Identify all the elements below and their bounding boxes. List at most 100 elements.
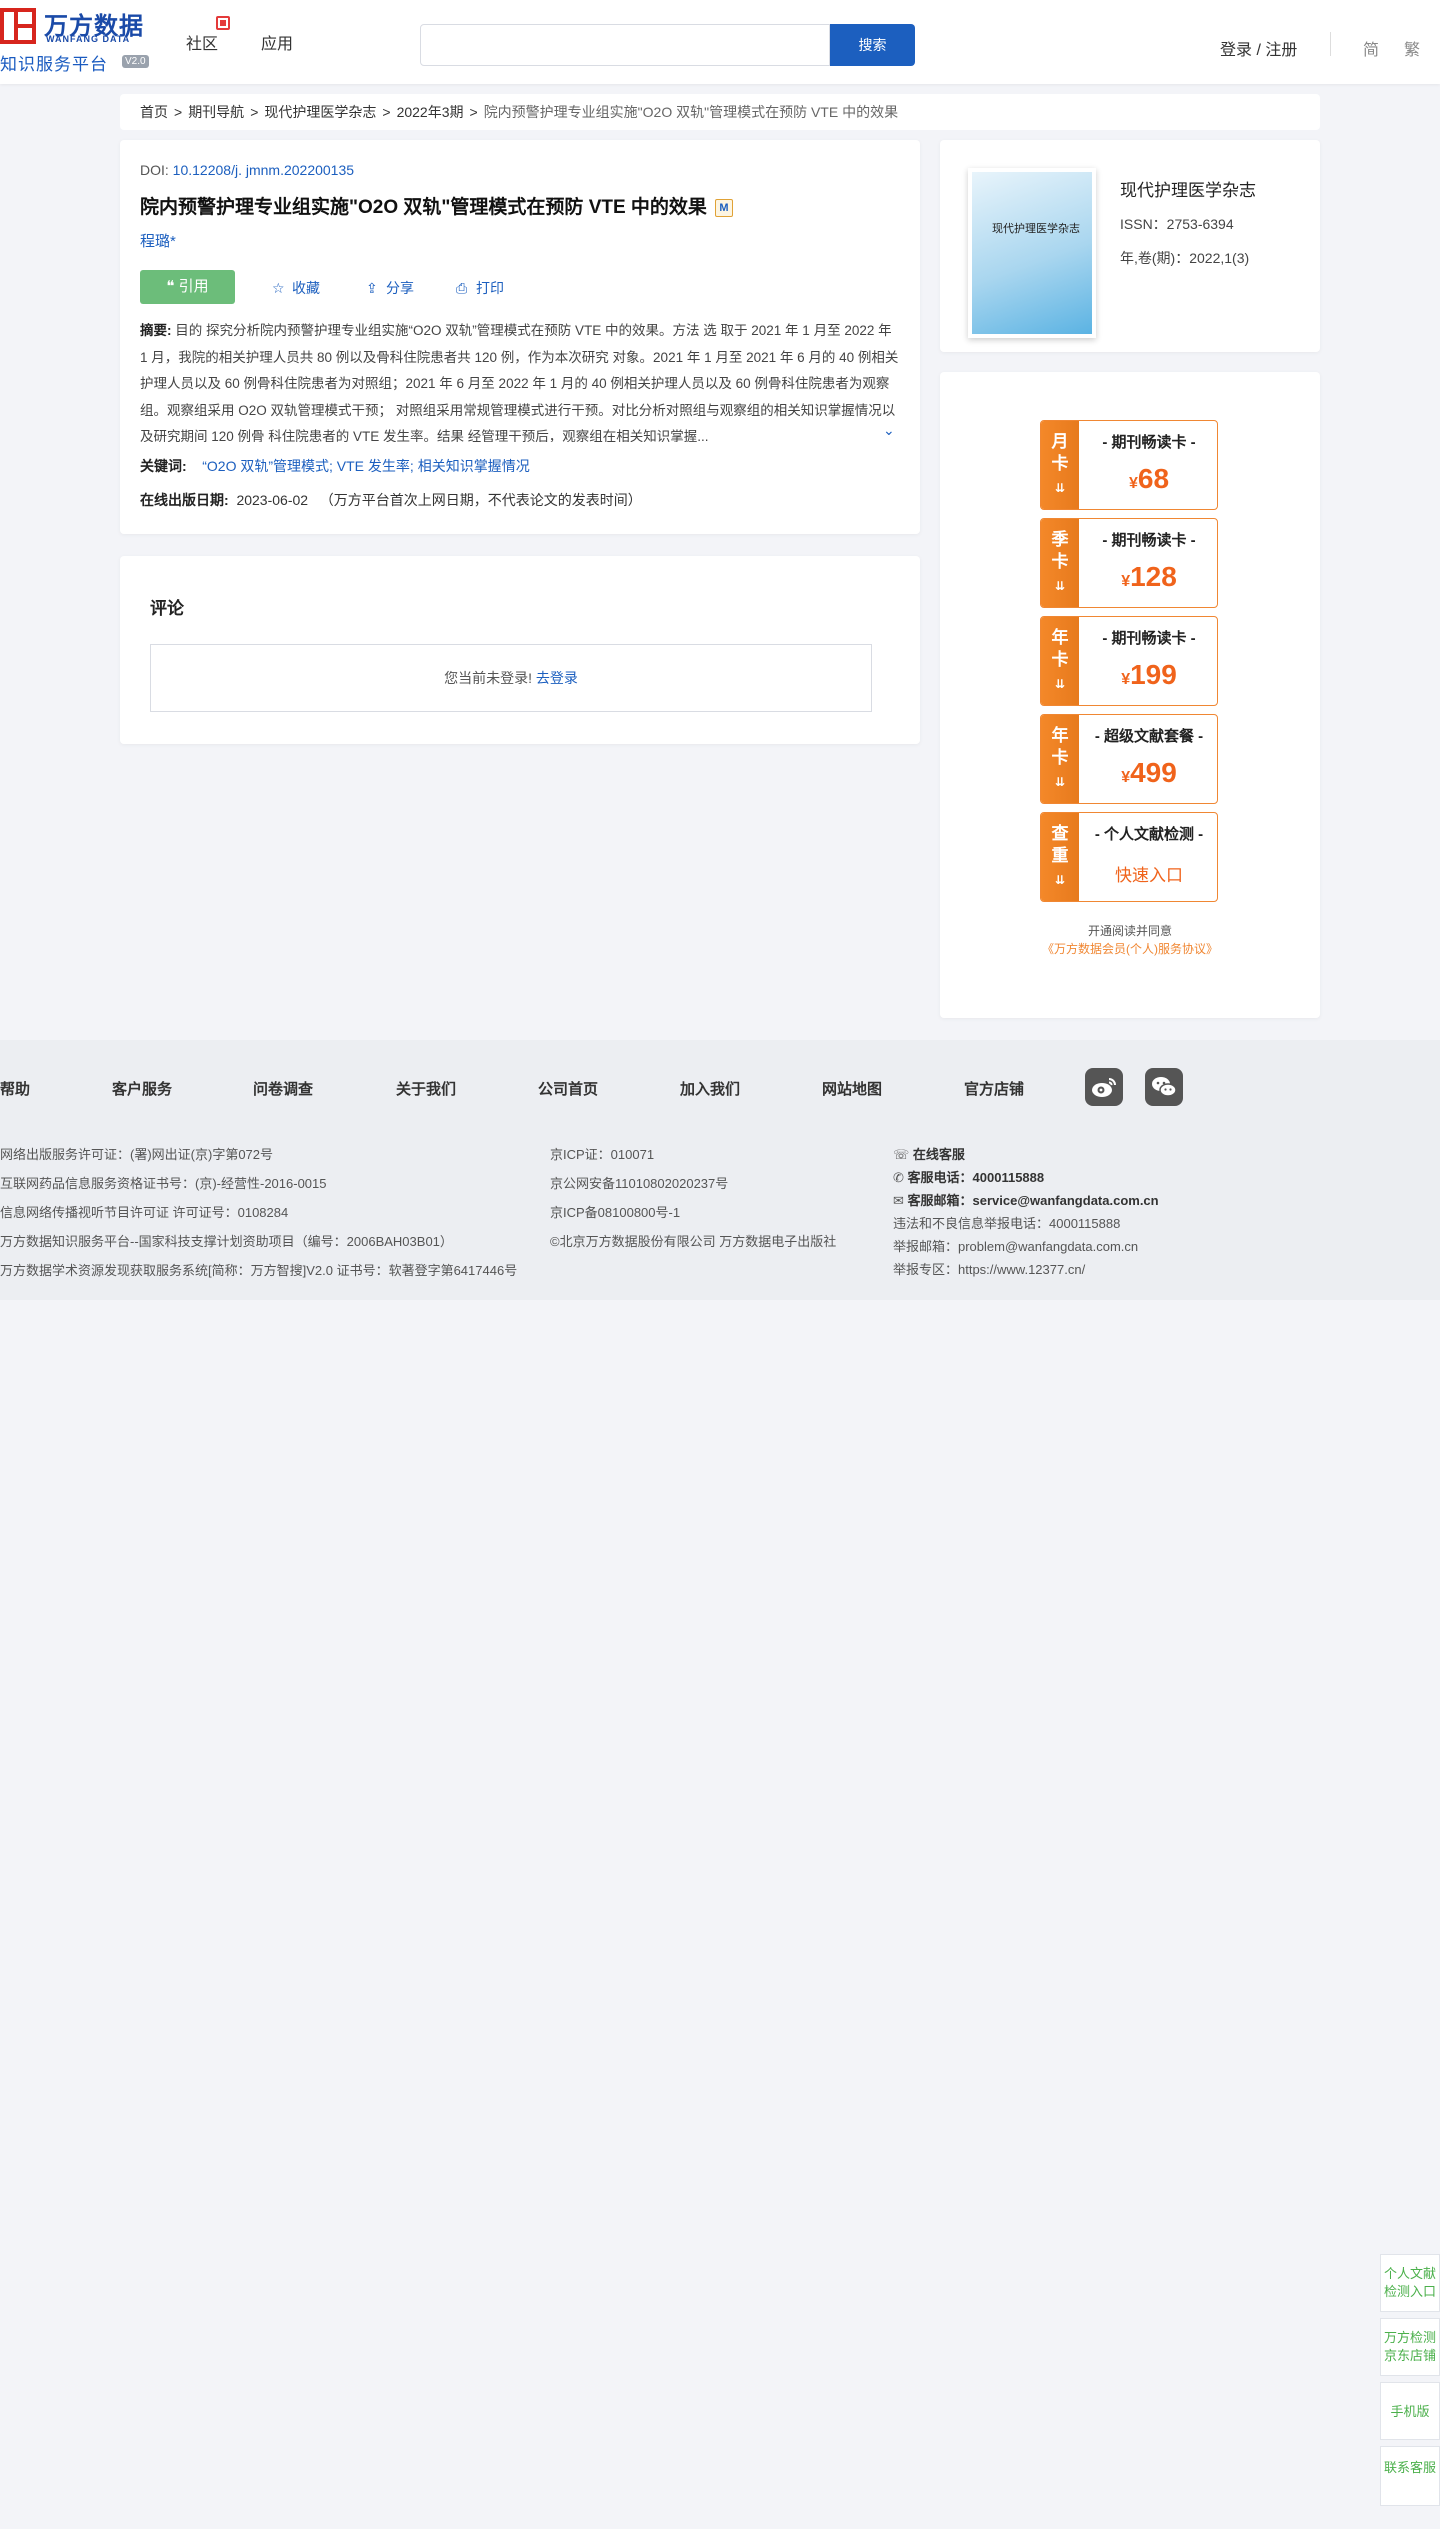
- journal-name-link[interactable]: 现代护理医学杂志: [1120, 176, 1256, 201]
- card-name: - 期刊畅读卡 -: [1102, 630, 1196, 647]
- comment-title: 评论: [150, 599, 184, 618]
- favorite-label: 收藏: [292, 280, 320, 296]
- author-link[interactable]: 程璐*: [140, 230, 176, 251]
- date-label: 在线出版日期:: [140, 492, 229, 508]
- footer-icp[interactable]: 京ICP备08100800号-1: [550, 1202, 680, 1221]
- footer-official-store[interactable]: 官方店铺: [964, 1078, 1024, 1099]
- side-mobile[interactable]: 手机版: [1380, 2382, 1440, 2440]
- report-email: 举报邮箱：problem@wanfangdata.com.cn: [893, 1239, 1139, 1254]
- breadcrumb-sep: >: [174, 104, 183, 120]
- article-title-row: 院内预警护理专业组实施"O2O 双轨"管理模式在预防 VTE 中的效果 M: [140, 192, 733, 219]
- monthly-card[interactable]: 月卡 ⇊ - 期刊畅读卡 - ¥68: [1040, 420, 1218, 510]
- card-price: ¥128: [1079, 561, 1217, 593]
- breadcrumb-sep: >: [469, 104, 478, 120]
- favorite-button[interactable]: ☆ 收藏: [272, 278, 320, 298]
- mail-icon: ✉: [893, 1193, 908, 1208]
- footer-about[interactable]: 关于我们: [396, 1078, 456, 1099]
- double-down-arrow-icon: ⇊: [1054, 579, 1066, 593]
- footer-icp[interactable]: 京ICP证：010071: [550, 1144, 654, 1163]
- journal-volume: 年,卷(期)：2022,1(3): [1120, 250, 1250, 266]
- footer-license: 万方数据学术资源发现获取服务系统[简称：万方智搜]V2.0 证书号：软著登字第6…: [0, 1263, 518, 1278]
- breadcrumb-issue[interactable]: 2022年3期: [397, 104, 464, 120]
- logo-en-text: WANFANG DATA: [46, 34, 131, 44]
- print-label: 打印: [476, 280, 504, 296]
- footer-help[interactable]: 帮助: [0, 1078, 30, 1099]
- comment-login-link[interactable]: 去登录: [536, 670, 578, 686]
- breadcrumb-journal-nav[interactable]: 期刊导航: [188, 104, 244, 120]
- breadcrumb-home[interactable]: 首页: [140, 104, 168, 120]
- logo-mark-icon: [0, 8, 36, 44]
- nav-apps[interactable]: 应用: [261, 30, 293, 54]
- date-value: 2023-06-02: [236, 492, 309, 508]
- tab-char: 卡: [1051, 748, 1069, 767]
- online-date-row: 在线出版日期: 2023-06-02 （万方平台首次上网日期，不代表论文的发表时…: [140, 490, 642, 510]
- share-button[interactable]: ⇪ 分享: [366, 278, 414, 298]
- currency: ¥: [1128, 475, 1138, 492]
- footer-license: 万方数据知识服务平台--国家科技支撑计划资助项目（编号：2006BAH03B01…: [0, 1234, 453, 1249]
- plagiarism-check-card[interactable]: 查重 ⇊ - 个人文献检测 - 快速入口: [1040, 812, 1218, 902]
- expand-chevron-icon[interactable]: ⌄: [883, 422, 895, 439]
- footer-icp[interactable]: 京公网安备11010802020237号: [550, 1173, 728, 1192]
- login-register-link[interactable]: 登录 / 注册: [1220, 36, 1297, 60]
- side-plagiarism-entry[interactable]: 个人文献检测入口: [1380, 2254, 1440, 2312]
- print-button[interactable]: ⎙ 打印: [456, 278, 504, 298]
- wechat-icon[interactable]: [1145, 1068, 1183, 1106]
- price-value: 499: [1130, 757, 1177, 788]
- super-package-card[interactable]: 年卡 ⇊ - 超级文献套餐 - ¥499: [1040, 714, 1218, 804]
- abstract-text: 目的 探究分析院内预警护理专业组实施“O2O 双轨”管理模式在预防 VTE 中的…: [140, 323, 899, 442]
- nav-community[interactable]: 社区: [186, 30, 218, 54]
- agreement-link[interactable]: 《万方数据会员(个人)服务协议》: [940, 940, 1320, 957]
- abstract-label: 摘要:: [140, 323, 172, 338]
- double-down-arrow-icon: ⇊: [1054, 481, 1066, 495]
- search-button[interactable]: 搜索: [830, 24, 915, 66]
- keyword-link[interactable]: VTE 发生率: [337, 458, 410, 474]
- doi-row: DOI: 10.12208/j. jmnm.202200135: [140, 162, 354, 178]
- cite-label: 引用: [178, 278, 209, 295]
- keyword-link[interactable]: “O2O 双轨”管理模式: [202, 458, 329, 474]
- quick-entry: 快速入口: [1115, 866, 1183, 885]
- side-jd-store[interactable]: 万方检测京东店铺: [1380, 2318, 1440, 2376]
- lang-traditional[interactable]: 繁: [1404, 36, 1420, 60]
- cite-button[interactable]: ❝ 引用: [140, 270, 235, 304]
- footer-join[interactable]: 加入我们: [680, 1078, 740, 1099]
- footer-customer-service[interactable]: 客户服务: [112, 1078, 172, 1099]
- footer-sitemap[interactable]: 网站地图: [822, 1078, 882, 1099]
- footer-survey[interactable]: 问卷调查: [253, 1078, 313, 1099]
- doi-label: DOI:: [140, 162, 173, 178]
- abstract: 摘要: 目的 探究分析院内预警护理专业组实施“O2O 双轨”管理模式在预防 VT…: [140, 318, 900, 442]
- article-card: DOI: 10.12208/j. jmnm.202200135 院内预警护理专业…: [120, 140, 920, 534]
- keyword-link[interactable]: 相关知识掌握情况: [418, 458, 530, 474]
- tab-char: 重: [1051, 846, 1069, 865]
- yearly-card[interactable]: 年卡 ⇊ - 期刊畅读卡 - ¥199: [1040, 616, 1218, 706]
- service-phone: ✆ 客服电话：4000115888: [893, 1167, 1044, 1186]
- currency: ¥: [1121, 573, 1131, 590]
- tab-char: 年: [1051, 726, 1069, 745]
- card-tab: 季卡 ⇊: [1041, 519, 1079, 607]
- journal-cover[interactable]: 现代护理医学杂志: [968, 168, 1096, 338]
- weibo-icon[interactable]: [1085, 1068, 1123, 1106]
- card-tab: 月卡 ⇊: [1041, 421, 1079, 509]
- breadcrumb-journal[interactable]: 现代护理医学杂志: [264, 104, 376, 120]
- report-zone-link[interactable]: 举报专区：https://www.12377.cn/: [893, 1259, 1085, 1278]
- cover-title: 现代护理医学杂志: [992, 223, 1080, 235]
- side-contact[interactable]: 联系客服: [1380, 2446, 1440, 2506]
- footer-company-home[interactable]: 公司首页: [538, 1078, 598, 1099]
- lang-simplified[interactable]: 简: [1363, 36, 1379, 60]
- card-name: - 个人文献检测 -: [1094, 826, 1204, 843]
- tab-char: 查: [1051, 824, 1069, 843]
- wanfang-logo[interactable]: 万方数据 WANFANG DATA 知识服务平台 V2.0: [0, 6, 160, 74]
- search-input[interactable]: [420, 24, 830, 66]
- online-service-link[interactable]: ☏ 在线客服: [893, 1144, 965, 1163]
- pricing-card: 月卡 ⇊ - 期刊畅读卡 - ¥68 季卡 ⇊ - 期刊畅读卡 - ¥128 年卡 ⇊…: [940, 372, 1320, 1018]
- footer: 帮助 客户服务 问卷调查 关于我们 公司首页 加入我们 网站地图 官方店铺 网络…: [0, 1040, 1440, 1300]
- quarterly-card[interactable]: 季卡 ⇊ - 期刊畅读卡 - ¥128: [1040, 518, 1218, 608]
- m-badge-icon[interactable]: M: [714, 199, 733, 217]
- community-badge-icon: [216, 16, 230, 30]
- card-price: ¥499: [1079, 757, 1217, 789]
- card-tab: 查重 ⇊: [1041, 813, 1079, 901]
- keyword-sep: ;: [409, 458, 418, 474]
- double-down-arrow-icon: ⇊: [1054, 873, 1066, 887]
- doi-link[interactable]: 10.12208/j. jmnm.202200135: [173, 162, 354, 178]
- star-icon: ☆: [272, 280, 285, 296]
- comment-card: 评论 您当前未登录! 去登录: [120, 556, 920, 744]
